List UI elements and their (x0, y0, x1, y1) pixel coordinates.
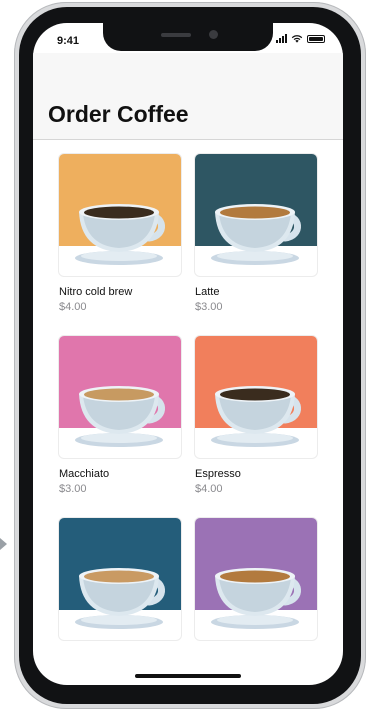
status-time: 9:41 (57, 35, 80, 47)
page-title: Order Coffee (48, 101, 189, 127)
product-price: $4.00 (59, 301, 87, 313)
battery-icon (307, 34, 325, 43)
product-card[interactable]: Nitro cold brew $4.00 (58, 153, 182, 313)
product-name: Espresso (195, 468, 241, 480)
speaker-grille (161, 33, 191, 37)
wifi-icon (291, 35, 303, 43)
product-card[interactable] (194, 517, 318, 641)
product-name: Latte (195, 286, 220, 298)
front-camera (209, 30, 218, 39)
product-card[interactable]: Macchiato $3.00 (58, 335, 182, 495)
coffee-cup-icon (211, 568, 301, 629)
cellular-signal-icon (276, 34, 287, 43)
coffee-cup-icon (75, 386, 165, 447)
product-price: $4.00 (195, 483, 223, 495)
coffee-cup-icon (211, 386, 301, 447)
home-indicator[interactable] (135, 674, 241, 678)
phone-frame: Order Coffee 9:41 Nitro cold brew $4.00 … (14, 2, 366, 709)
product-card[interactable]: Espresso $4.00 (194, 335, 318, 495)
navigation-bar: Order Coffee (33, 53, 343, 140)
product-card[interactable]: Latte $3.00 (194, 153, 318, 313)
edge-arrow-icon (0, 538, 7, 550)
coffee-cup-icon (75, 204, 165, 265)
product-image (194, 517, 318, 641)
product-image (58, 153, 182, 277)
product-image (194, 153, 318, 277)
product-name: Nitro cold brew (59, 286, 133, 298)
coffee-cup-icon (211, 204, 301, 265)
product-image (58, 517, 182, 641)
product-image (194, 335, 318, 459)
product-image (58, 335, 182, 459)
coffee-cup-icon (75, 568, 165, 629)
app-screen: Order Coffee 9:41 Nitro cold brew $4.00 … (33, 23, 343, 685)
product-card[interactable] (58, 517, 182, 641)
product-price: $3.00 (59, 483, 87, 495)
notch (103, 23, 273, 51)
status-icons (276, 34, 325, 43)
product-price: $3.00 (195, 301, 223, 313)
product-name: Macchiato (59, 468, 110, 480)
